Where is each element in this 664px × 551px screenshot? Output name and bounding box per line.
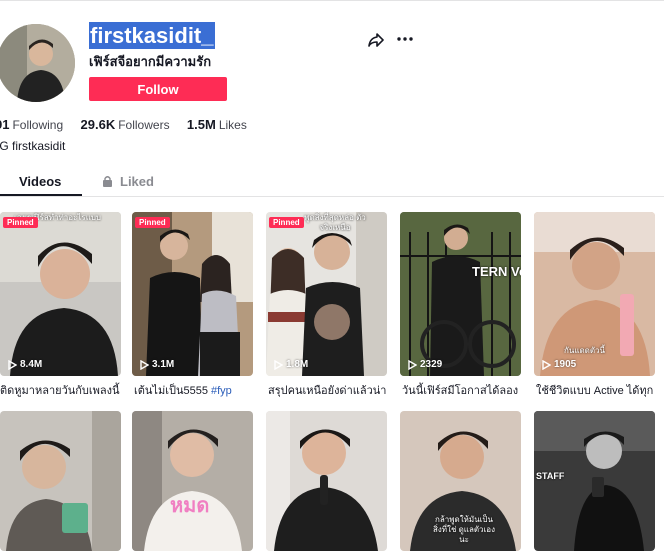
video-caption[interactable]: เต้นไม่เป็น5555 #fyp xyxy=(134,381,255,399)
pinned-badge: Pinned xyxy=(269,217,304,228)
video-card[interactable]: หมด xyxy=(132,411,253,551)
video-card[interactable]: STAFF xyxy=(534,411,655,551)
video-card[interactable]: กล้าพูดให้มันเป็นสิ่งที่ใช่ ดูแลตัวเองนะ xyxy=(400,411,521,551)
view-count-value: 1905 xyxy=(554,359,577,370)
likes-count: 1.5M xyxy=(186,117,216,132)
view-count-value: 8.4M xyxy=(20,359,43,370)
video-caption[interactable]: ใช้ชีวิตแบบ Active ได้ทุก xyxy=(536,381,657,399)
video-caption[interactable]: ติดหูมาหลายวันกับเพลงนี้ xyxy=(0,381,121,399)
video-thumbnail xyxy=(132,411,253,551)
followers-count: 29.6K xyxy=(80,117,116,132)
video-overlay-text: พูดสิ่งที่สุดหล่อ ตัวจริงเหนือ xyxy=(304,213,366,232)
followers-stat[interactable]: 29.6K Followers xyxy=(81,117,170,132)
followers-label: Followers xyxy=(118,118,170,132)
view-count: 2329 xyxy=(408,359,442,370)
video-card[interactable] xyxy=(266,411,387,551)
video-card[interactable]: พูดสิ่งที่สุดหล่อ ตัวจริงเหนือ Pinned 1.… xyxy=(266,212,387,376)
play-icon xyxy=(274,359,283,370)
share-icon[interactable] xyxy=(367,31,385,49)
view-count: 8.4M xyxy=(8,359,42,370)
tab-liked-label: Liked xyxy=(120,174,154,189)
tab-videos-label: Videos xyxy=(19,174,62,189)
view-count-value: 2329 xyxy=(420,359,443,370)
username: firstkasidit_ xyxy=(89,22,215,49)
following-stat[interactable]: 91Following xyxy=(0,117,63,132)
likes-stat: 1.5M Likes xyxy=(187,117,247,132)
caption-text: เต้นไม่เป็น5555 xyxy=(134,385,211,397)
profile-tabs: Videos Liked xyxy=(0,168,664,197)
active-tab-indicator xyxy=(0,194,82,196)
video-caption[interactable]: วันนี้เฟิร์สมีโอกาสได้ลอง xyxy=(402,381,523,399)
top-divider xyxy=(0,0,664,5)
video-card[interactable]: Pinned 3.1M xyxy=(132,212,253,376)
lock-icon xyxy=(103,176,112,187)
play-icon xyxy=(140,359,149,370)
view-count-value: 3.1M xyxy=(152,359,175,370)
play-icon xyxy=(408,359,417,370)
video-thumbnail xyxy=(266,411,387,551)
video-overlay-text: กันแดดตัวนี้ xyxy=(564,346,606,355)
video-card[interactable]: เฉยๆเฟิร์สทำท่าอะไรแบบ Pinned 8.4M xyxy=(0,212,121,376)
video-card[interactable]: กันแดดตัวนี้ 1905 xyxy=(534,212,655,376)
video-card[interactable] xyxy=(0,411,121,551)
video-overlay-text: TERN Verge D10 xyxy=(472,264,521,279)
hashtag-link[interactable]: #fyp xyxy=(211,385,232,397)
more-icon[interactable] xyxy=(396,30,414,48)
video-overlay-text: STAFF xyxy=(536,471,565,481)
view-count: 3.1M xyxy=(140,359,174,370)
video-thumbnail xyxy=(266,212,387,376)
view-count-value: 1.8M xyxy=(286,359,309,370)
nickname: เฟิร์สจีอยากมีความรัก xyxy=(89,54,212,69)
video-caption[interactable]: สรุปคนเหนือยังด่าแล้วน่า xyxy=(268,381,389,399)
play-icon xyxy=(8,359,17,370)
video-overlay-text: กล้าพูดให้มันเป็นสิ่งที่ใช่ ดูแลตัวเองนะ xyxy=(432,515,495,544)
video-thumbnail xyxy=(534,411,655,551)
pinned-badge: Pinned xyxy=(135,217,170,228)
video-thumbnail xyxy=(0,212,121,376)
video-thumbnail xyxy=(400,212,521,376)
tab-liked[interactable]: Liked xyxy=(102,174,154,196)
video-thumbnail xyxy=(132,212,253,376)
following-count: 91 xyxy=(0,117,10,132)
video-card[interactable]: TERN Verge D10 2329 xyxy=(400,212,521,376)
profile-stats: 91Following 29.6KFollowers 1.5MLikes xyxy=(0,117,261,132)
video-overlay-text: หมด xyxy=(170,495,210,517)
play-icon xyxy=(542,359,551,370)
following-label: Following xyxy=(12,118,64,132)
view-count: 1905 xyxy=(542,359,576,370)
follow-button[interactable]: Follow xyxy=(89,77,227,101)
likes-label: Likes xyxy=(218,118,247,132)
pinned-badge: Pinned xyxy=(3,217,38,228)
video-thumbnail xyxy=(0,411,121,551)
avatar[interactable] xyxy=(0,24,75,102)
tab-videos[interactable]: Videos xyxy=(19,174,61,196)
bio: IG firstkasidit xyxy=(0,139,66,153)
view-count: 1.8M xyxy=(274,359,308,370)
